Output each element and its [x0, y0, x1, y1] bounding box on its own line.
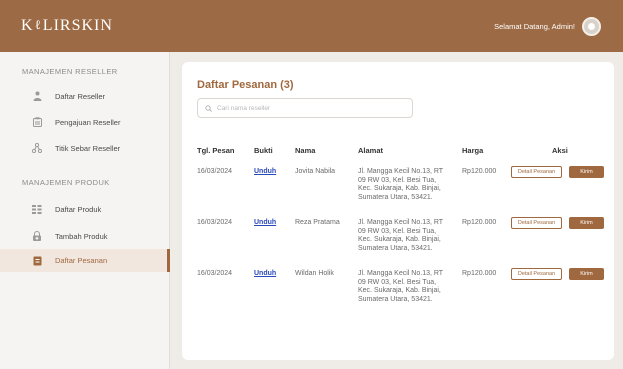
- column-header-name: Nama: [295, 146, 316, 155]
- price-text: Rp120.000: [462, 270, 497, 277]
- reseller-name: Reza Pratama: [295, 219, 340, 226]
- sidebar-item-label: Pengajuan Reseller: [55, 117, 121, 127]
- send-button[interactable]: Kirim: [569, 166, 604, 178]
- address-text: Jl. Mangga Kecil No.13, RT 09 RW 03, Kel…: [358, 219, 443, 252]
- logo-left: K: [21, 17, 34, 34]
- document-icon: [32, 256, 42, 266]
- sidebar-section-reseller: MANAJEMEN RESELLER: [22, 67, 118, 76]
- column-header-price: Harga: [462, 146, 484, 155]
- search-input[interactable]: [217, 104, 397, 112]
- sidebar-item-tambah-produk[interactable]: Tambah Produk: [0, 225, 170, 247]
- welcome-text: Selamat Datang, Admin!: [494, 21, 575, 31]
- grid-icon: [32, 204, 42, 214]
- clipboard-icon: [32, 117, 42, 127]
- top-bar: Kℓ LIRSKIN Selamat Datang, Admin!: [0, 0, 623, 52]
- send-button[interactable]: Kirim: [569, 268, 604, 280]
- order-date: 16/03/2024: [197, 270, 233, 277]
- sidebar-item-label: Titik Sebar Reseller: [55, 143, 121, 153]
- sidebar-item-pengajuan-reseller[interactable]: Pengajuan Reseller: [0, 111, 170, 133]
- avatar[interactable]: [582, 16, 601, 36]
- download-proof-link[interactable]: Unduh: [254, 270, 276, 279]
- order-date: 16/03/2024: [197, 219, 233, 226]
- address-text: Jl. Mangga Kecil No.13, RT 09 RW 03, Kel…: [358, 270, 443, 303]
- column-header-address: Alamat: [358, 146, 384, 155]
- sidebar-item-label: Tambah Produk: [55, 231, 108, 241]
- logo[interactable]: Kℓ LIRSKIN: [21, 17, 113, 35]
- price-text: Rp120.000: [462, 168, 497, 175]
- download-proof-link[interactable]: Unduh: [254, 219, 276, 228]
- detail-order-button[interactable]: Detail Pesanan: [511, 217, 562, 229]
- address-text: Jl. Mangga Kecil No.13, RT 09 RW 03, Kel…: [358, 168, 443, 201]
- sidebar-item-daftar-pesanan[interactable]: Daftar Pesanan: [0, 249, 170, 272]
- detail-order-button[interactable]: Detail Pesanan: [511, 268, 562, 280]
- sidebar-item-label: Daftar Produk: [55, 204, 102, 214]
- reseller-name: Wildan Holik: [295, 270, 334, 277]
- sidebar-item-daftar-produk[interactable]: Daftar Produk: [0, 198, 170, 220]
- logo-mark: ℓ: [34, 17, 42, 32]
- search-icon: [205, 99, 212, 117]
- column-header-proof: Bukti: [254, 146, 273, 155]
- sidebar-section-produk: MANAJEMEN PRODUK: [22, 178, 110, 187]
- orders-card: Daftar Pesanan (3) Tgl. Pesan Bukti Nama…: [182, 62, 614, 360]
- column-header-date: Tgl. Pesan: [197, 146, 235, 155]
- page-title: Daftar Pesanan (3): [197, 79, 294, 91]
- logo-right: LIRSKIN: [42, 17, 113, 34]
- lock-plus-icon: [32, 231, 42, 241]
- sidebar-item-titik-sebar-reseller[interactable]: Titik Sebar Reseller: [0, 137, 170, 159]
- detail-order-button[interactable]: Detail Pesanan: [511, 166, 562, 178]
- sidebar-item-label: Daftar Pesanan: [55, 256, 108, 265]
- search-box[interactable]: [197, 98, 413, 118]
- sidebar-item-label: Daftar Reseller: [55, 91, 106, 101]
- order-date: 16/03/2024: [197, 168, 233, 175]
- avatar-head: [588, 22, 595, 30]
- user-menu[interactable]: Selamat Datang, Admin!: [494, 16, 601, 36]
- reseller-name: Jovita Nabila: [295, 168, 336, 175]
- sidebar: MANAJEMEN RESELLER Daftar Reseller Penga…: [0, 52, 170, 369]
- download-proof-link[interactable]: Unduh: [254, 168, 276, 177]
- sidebar-item-daftar-reseller[interactable]: Daftar Reseller: [0, 85, 170, 107]
- user-icon: [32, 91, 42, 101]
- share-icon: [32, 143, 42, 153]
- column-header-action: Aksi: [552, 146, 568, 155]
- send-button[interactable]: Kirim: [569, 217, 604, 229]
- price-text: Rp120.000: [462, 219, 497, 226]
